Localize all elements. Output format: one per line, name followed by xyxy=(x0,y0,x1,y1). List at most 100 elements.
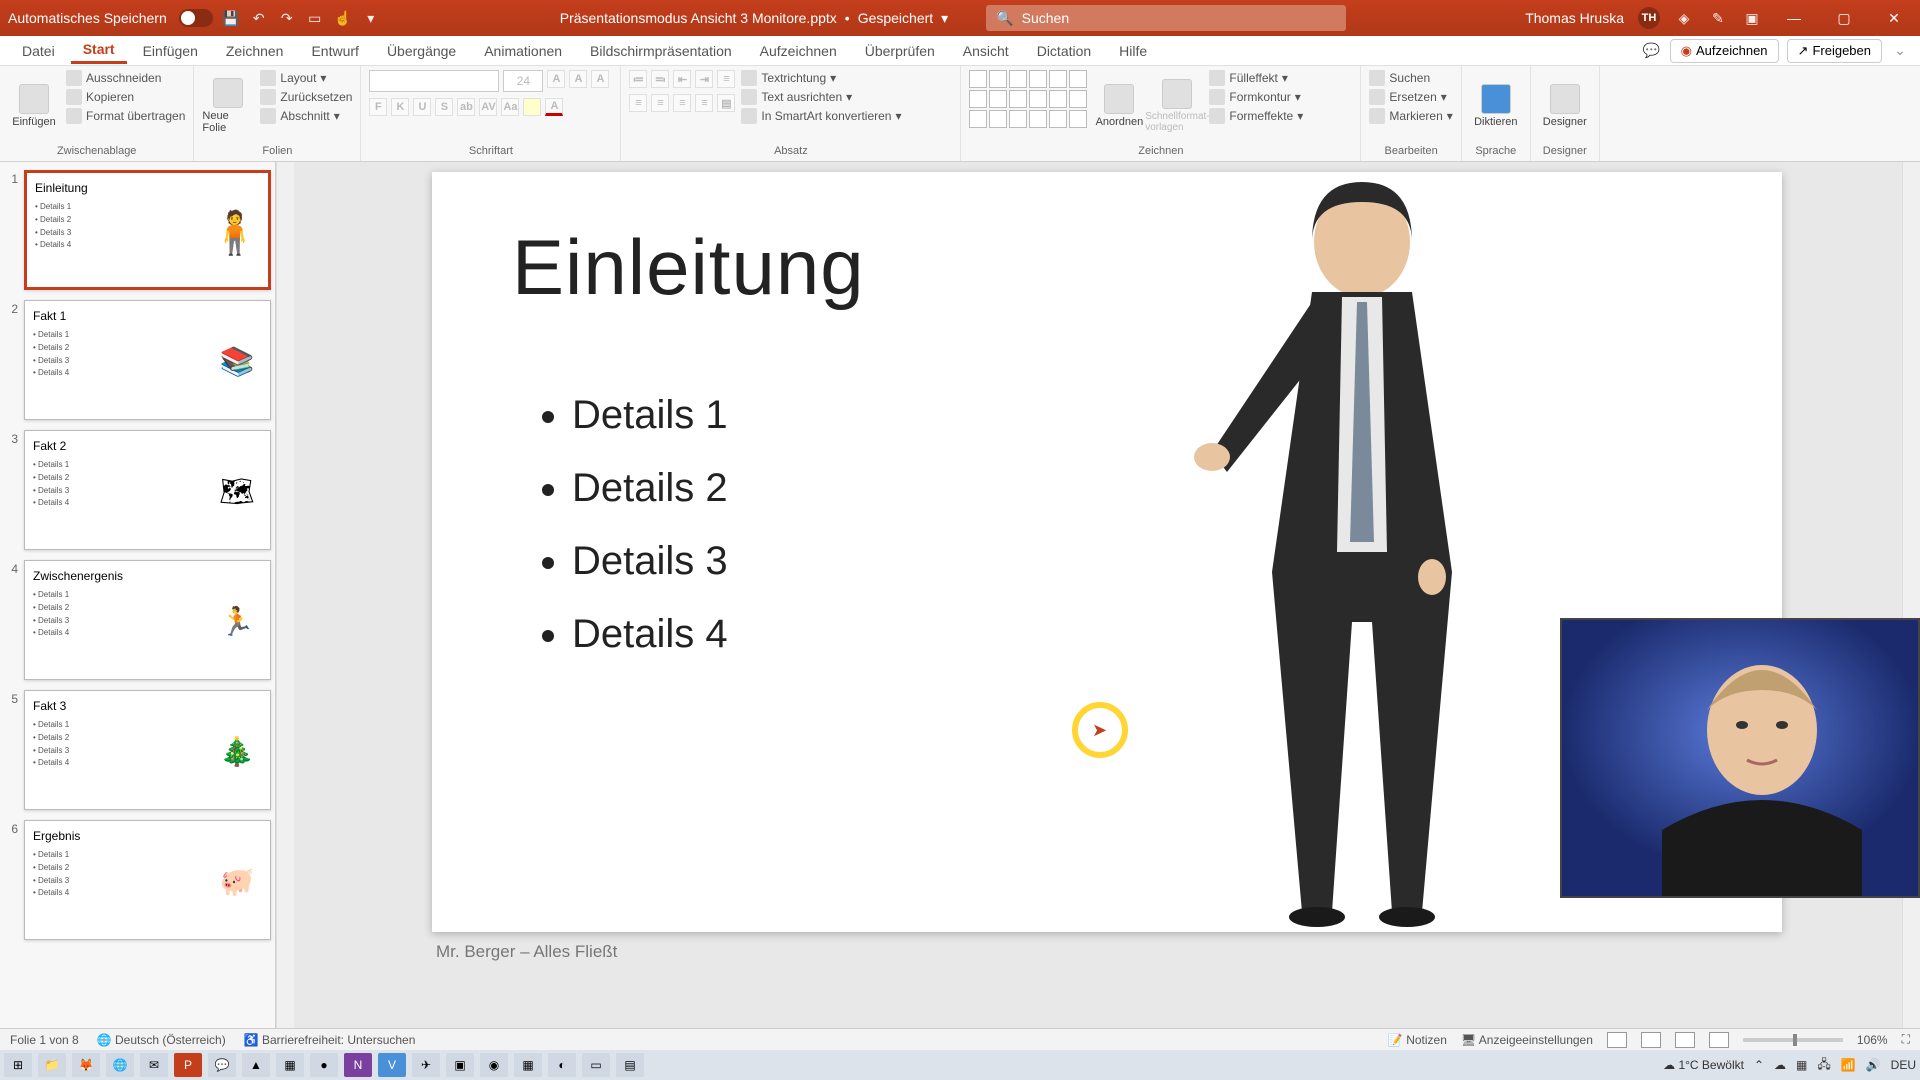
new-slide-button[interactable]: Neue Folie xyxy=(202,70,254,142)
task-app5-icon[interactable]: ▦ xyxy=(514,1053,542,1077)
filename-dropdown-icon[interactable]: ▾ xyxy=(941,10,948,27)
window-icon[interactable]: ▣ xyxy=(1742,8,1762,28)
autosave-toggle[interactable] xyxy=(179,9,213,27)
tab-entwurf[interactable]: Entwurf xyxy=(299,39,370,63)
tab-bildschirm[interactable]: Bildschirmpräsentation xyxy=(578,39,744,63)
thumbnail-row[interactable]: 2 Fakt 1 • Details 1• Details 2• Details… xyxy=(4,300,271,420)
tab-einfuegen[interactable]: Einfügen xyxy=(131,39,210,63)
select-button[interactable]: Markieren▾ xyxy=(1369,108,1452,124)
shapes-gallery[interactable] xyxy=(969,70,1087,128)
task-app3-icon[interactable]: ● xyxy=(310,1053,338,1077)
underline-button[interactable]: U xyxy=(413,98,431,116)
indent-dec-button[interactable]: ⇤ xyxy=(673,70,691,88)
task-firefox-icon[interactable]: 🦊 xyxy=(72,1053,100,1077)
tray-network-icon[interactable]: 🖧 xyxy=(1817,1055,1830,1076)
task-app2-icon[interactable]: ▦ xyxy=(276,1053,304,1077)
designer-button[interactable]: Designer xyxy=(1539,70,1591,142)
task-app-icon[interactable]: 💬 xyxy=(208,1053,236,1077)
notes-area[interactable]: Mr. Berger – Alles Fließt xyxy=(432,932,1782,972)
tab-ansicht[interactable]: Ansicht xyxy=(951,39,1021,63)
search-box[interactable]: 🔍 Suchen xyxy=(986,5,1346,31)
task-outlook-icon[interactable]: ✉ xyxy=(140,1053,168,1077)
thumbnail-row[interactable]: 4 Zwischenergenis • Details 1• Details 2… xyxy=(4,560,271,680)
thumbnail[interactable]: Fakt 3 • Details 1• Details 2• Details 3… xyxy=(24,690,271,810)
italic-button[interactable]: K xyxy=(391,98,409,116)
tray-onedrive-icon[interactable]: ☁ xyxy=(1774,1058,1786,1072)
increase-font-icon[interactable]: A xyxy=(547,70,565,88)
replace-button[interactable]: Ersetzen▾ xyxy=(1369,89,1452,105)
thumbnail-row[interactable]: 1 Einleitung • Details 1• Details 2• Det… xyxy=(4,170,271,290)
align-right-button[interactable]: ≡ xyxy=(673,94,691,112)
language-status[interactable]: 🌐 Deutsch (Österreich) xyxy=(97,1033,226,1047)
normal-view-button[interactable] xyxy=(1607,1032,1627,1048)
save-icon[interactable]: 💾 xyxy=(221,8,241,28)
justify-button[interactable]: ≡ xyxy=(695,94,713,112)
task-app6-icon[interactable]: ◐ xyxy=(548,1053,576,1077)
layout-button[interactable]: Layout▾ xyxy=(260,70,352,86)
fit-button[interactable]: ⛶ xyxy=(1902,1032,1910,1047)
tab-datei[interactable]: Datei xyxy=(10,39,67,63)
thumbnail[interactable]: Fakt 2 • Details 1• Details 2• Details 3… xyxy=(24,430,271,550)
strike-button[interactable]: S xyxy=(435,98,453,116)
slideshow-view-button[interactable] xyxy=(1709,1032,1729,1048)
task-app8-icon[interactable]: ▤ xyxy=(616,1053,644,1077)
columns-button[interactable]: ▤ xyxy=(717,94,735,112)
tab-dictation[interactable]: Dictation xyxy=(1025,39,1103,63)
tray-chevron-icon[interactable]: ⌃ xyxy=(1754,1058,1764,1072)
redo-icon[interactable]: ↷ xyxy=(277,8,297,28)
text-direction-button[interactable]: Textrichtung▾ xyxy=(741,70,901,86)
weather-widget[interactable]: ☁ 1°C Bewölkt xyxy=(1663,1058,1744,1072)
thumbnail[interactable]: Zwischenergenis • Details 1• Details 2• … xyxy=(24,560,271,680)
bullets-button[interactable]: ≔ xyxy=(629,70,647,88)
close-button[interactable]: ✕ xyxy=(1876,4,1912,32)
line-spacing-button[interactable]: ≡ xyxy=(717,70,735,88)
numbering-button[interactable]: ≕ xyxy=(651,70,669,88)
diamond-icon[interactable]: ◈ xyxy=(1674,8,1694,28)
font-family-input[interactable] xyxy=(369,70,499,92)
slideshow-icon[interactable]: ▭ xyxy=(305,8,325,28)
reset-button[interactable]: Zurücksetzen xyxy=(260,89,352,105)
user-avatar[interactable]: TH xyxy=(1638,7,1660,29)
thumbnail[interactable]: Fakt 1 • Details 1• Details 2• Details 3… xyxy=(24,300,271,420)
thumbnail-row[interactable]: 3 Fakt 2 • Details 1• Details 2• Details… xyxy=(4,430,271,550)
minimize-button[interactable]: — xyxy=(1776,4,1812,32)
touch-icon[interactable]: ☝ xyxy=(333,8,353,28)
tray-volume-icon[interactable]: 🔊 xyxy=(1866,1058,1881,1072)
task-app4-icon[interactable]: ▣ xyxy=(446,1053,474,1077)
indent-inc-button[interactable]: ⇥ xyxy=(695,70,713,88)
quick-styles-button[interactable]: Schnellformat-vorlagen xyxy=(1151,70,1203,142)
task-obs-icon[interactable]: ◉ xyxy=(480,1053,508,1077)
dictate-button[interactable]: Diktieren xyxy=(1470,70,1522,142)
task-explorer-icon[interactable]: 📁 xyxy=(38,1053,66,1077)
undo-icon[interactable]: ↶ xyxy=(249,8,269,28)
font-size-input[interactable]: 24 xyxy=(503,70,543,92)
task-onenote-icon[interactable]: N xyxy=(344,1053,372,1077)
thumbnail-row[interactable]: 5 Fakt 3 • Details 1• Details 2• Details… xyxy=(4,690,271,810)
align-text-button[interactable]: Text ausrichten▾ xyxy=(741,89,901,105)
tab-start[interactable]: Start xyxy=(71,37,127,64)
clear-format-icon[interactable]: A xyxy=(591,70,609,88)
find-button[interactable]: Suchen xyxy=(1369,70,1452,86)
qat-more-icon[interactable]: ▾ xyxy=(361,8,381,28)
task-powerpoint-icon[interactable]: P xyxy=(174,1053,202,1077)
presenter-image[interactable] xyxy=(1162,172,1532,932)
task-vs-icon[interactable]: V xyxy=(378,1053,406,1077)
pen-icon[interactable]: ✎ xyxy=(1708,8,1728,28)
sorter-view-button[interactable] xyxy=(1641,1032,1661,1048)
start-button[interactable]: ⊞ xyxy=(4,1053,32,1077)
task-telegram-icon[interactable]: ✈ xyxy=(412,1053,440,1077)
record-button[interactable]: ◉Aufzeichnen xyxy=(1670,39,1779,63)
case-button[interactable]: Aa xyxy=(501,98,519,116)
paste-button[interactable]: Einfügen xyxy=(8,70,60,142)
tray-wifi-icon[interactable]: 📶 xyxy=(1841,1058,1856,1072)
shape-fill-button[interactable]: Fülleffekt▾ xyxy=(1209,70,1303,86)
task-app7-icon[interactable]: ▭ xyxy=(582,1053,610,1077)
section-button[interactable]: Abschnitt▾ xyxy=(260,108,352,124)
accessibility-status[interactable]: ♿ Barrierefreiheit: Untersuchen xyxy=(244,1033,416,1047)
comments-icon[interactable]: 💬 xyxy=(1642,41,1662,61)
thumbnail-scrollbar[interactable] xyxy=(276,162,294,1028)
align-center-button[interactable]: ≡ xyxy=(651,94,669,112)
maximize-button[interactable]: ▢ xyxy=(1826,4,1862,32)
thumbnail[interactable]: Ergebnis • Details 1• Details 2• Details… xyxy=(24,820,271,940)
tab-ueberpruefen[interactable]: Überprüfen xyxy=(853,39,947,63)
